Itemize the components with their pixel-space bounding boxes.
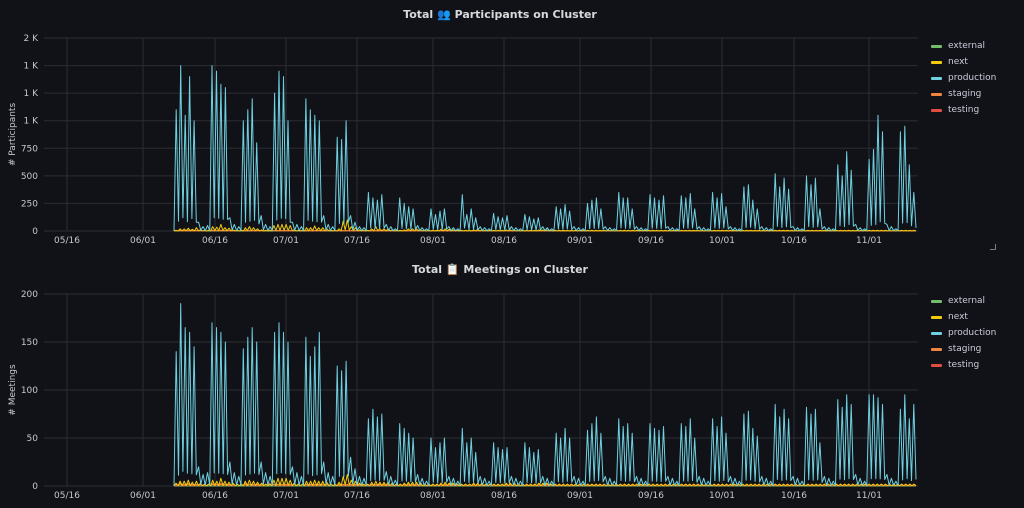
legend-label: staging (948, 344, 982, 354)
participants-chart[interactable]: 0 250 500 750 1 K 1 K 1 K 2 K 05/16 06/01 06/16 07/… (0, 0, 1024, 254)
legend-label: production (948, 73, 997, 83)
legend-label: next (948, 312, 968, 322)
y-tick-label: 250 (21, 199, 38, 209)
y-tick-label: 1 K (24, 62, 40, 72)
legend-item-staging[interactable]: staging (931, 341, 996, 357)
x-tick-label: 10/01 (709, 491, 735, 501)
x-tick-label: 07/01 (273, 491, 299, 501)
y-axis-label: # Meetings (8, 364, 18, 416)
y-axis-label: # Participants (8, 103, 18, 167)
x-tick-label: 07/01 (273, 236, 299, 246)
y-tick-label: 0 (32, 482, 38, 492)
x-tick-label: 10/16 (781, 491, 807, 501)
x-tick-label: 08/16 (491, 491, 517, 501)
legend-item-external[interactable]: external (931, 38, 996, 54)
meetings-legend: external next production staging testing (931, 293, 996, 373)
legend-item-testing[interactable]: testing (931, 102, 996, 118)
participants-legend: external next production staging testing (931, 38, 996, 118)
x-tick-label: 08/01 (420, 236, 446, 246)
y-tick-label: 750 (21, 144, 38, 154)
x-tick-label: 08/01 (420, 491, 446, 501)
legend-swatch-staging (931, 347, 942, 351)
legend-swatch-production (931, 331, 942, 335)
y-tick-label: 0 (32, 227, 38, 237)
legend-swatch-next (931, 60, 942, 64)
x-tick-label: 09/01 (567, 491, 593, 501)
legend-swatch-external (931, 299, 942, 303)
legend-swatch-next (931, 315, 942, 319)
legend-label: production (948, 328, 997, 338)
participants-panel: Total 👥 Participants on Cluster 0 250 500 7… (0, 0, 1024, 254)
legend-item-production[interactable]: production (931, 325, 996, 341)
x-tick-label: 05/16 (54, 236, 80, 246)
series-line-production[interactable] (173, 303, 917, 487)
legend-swatch-testing (931, 108, 942, 112)
legend-label: staging (948, 89, 982, 99)
meetings-chart[interactable]: 0 50 100 150 200 05/16 06/01 06/16 07/01 07/16 08/… (0, 255, 1024, 508)
legend-item-next[interactable]: next (931, 309, 996, 325)
x-tick-label: 09/16 (638, 236, 664, 246)
panel-resize-handle[interactable] (990, 244, 996, 250)
x-tick-label: 05/16 (54, 491, 80, 501)
y-tick-label: 500 (21, 172, 38, 182)
legend-item-next[interactable]: next (931, 54, 996, 70)
x-tick-label: 07/16 (344, 236, 370, 246)
x-tick-label: 11/01 (856, 491, 882, 501)
legend-item-staging[interactable]: staging (931, 86, 996, 102)
legend-item-production[interactable]: production (931, 70, 996, 86)
legend-item-external[interactable]: external (931, 293, 996, 309)
x-tick-label: 10/01 (709, 236, 735, 246)
legend-item-testing[interactable]: testing (931, 357, 996, 373)
legend-label: testing (948, 360, 980, 370)
y-tick-label: 200 (21, 290, 38, 300)
y-tick-label: 100 (21, 386, 38, 396)
y-tick-label: 1 K (24, 117, 40, 127)
legend-label: next (948, 57, 968, 67)
x-tick-label: 06/16 (202, 236, 228, 246)
y-tick-label: 2 K (24, 34, 40, 44)
meetings-panel: Total 📋 Meetings on Cluster 0 50 100 150 200… (0, 255, 1024, 508)
y-tick-label: 150 (21, 338, 38, 348)
legend-label: external (948, 41, 986, 51)
legend-swatch-staging (931, 92, 942, 96)
x-tick-label: 08/16 (491, 236, 517, 246)
x-tick-label: 10/16 (781, 236, 807, 246)
x-tick-label: 11/01 (856, 236, 882, 246)
x-tick-label: 09/01 (567, 236, 593, 246)
legend-label: testing (948, 105, 980, 115)
legend-swatch-production (931, 76, 942, 80)
x-tick-label: 06/16 (202, 491, 228, 501)
legend-label: external (948, 296, 986, 306)
legend-swatch-external (931, 44, 942, 48)
y-tick-label: 50 (27, 434, 39, 444)
y-tick-label: 1 K (24, 89, 40, 99)
x-tick-label: 06/01 (130, 236, 156, 246)
x-tick-label: 09/16 (638, 491, 664, 501)
legend-swatch-testing (931, 363, 942, 367)
x-tick-label: 07/16 (344, 491, 370, 501)
x-tick-label: 06/01 (130, 491, 156, 501)
